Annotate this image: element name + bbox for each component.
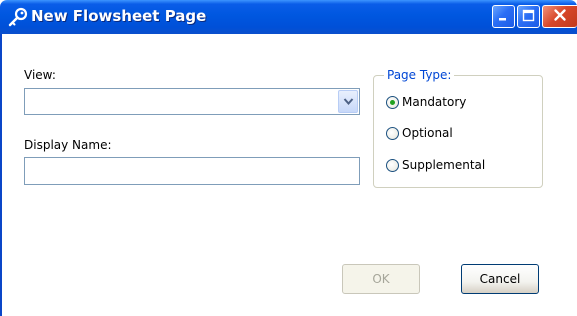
radio-label-mandatory: Mandatory: [402, 95, 467, 109]
radio-supplemental[interactable]: Supplemental: [386, 156, 485, 174]
radio-unselected-icon[interactable]: [386, 126, 399, 140]
display-name-input[interactable]: [24, 157, 360, 185]
cancel-button[interactable]: Cancel: [461, 264, 539, 294]
new-flowsheet-page-dialog: New Flowsheet Page View: Display Name: P…: [0, 0, 577, 316]
radio-label-supplemental: Supplemental: [402, 158, 486, 172]
chevron-down-icon: [343, 95, 354, 109]
view-dropdown-button[interactable]: [338, 90, 358, 113]
window-title: New Flowsheet Page: [31, 7, 207, 25]
title-bar[interactable]: New Flowsheet Page: [0, 0, 577, 34]
ok-button[interactable]: OK: [342, 264, 420, 294]
radio-unselected-icon[interactable]: [386, 158, 399, 172]
ok-button-label: OK: [372, 272, 390, 286]
cancel-button-label: Cancel: [479, 272, 521, 286]
key-icon: [7, 7, 29, 27]
maximize-icon: [522, 9, 535, 25]
page-type-group: Page Type: Mandatory Optional Supplement…: [373, 68, 543, 188]
view-label: View:: [24, 68, 56, 82]
radio-label-optional: Optional: [402, 126, 453, 140]
close-button[interactable]: [542, 5, 577, 28]
minimize-button[interactable]: [492, 5, 515, 28]
maximize-button[interactable]: [517, 5, 540, 28]
view-dropdown[interactable]: [24, 88, 360, 115]
radio-selected-icon[interactable]: [386, 95, 399, 109]
minimize-icon: [497, 9, 510, 25]
radio-optional[interactable]: Optional: [386, 124, 453, 142]
display-name-label: Display Name:: [24, 138, 112, 152]
close-icon: [553, 8, 567, 25]
radio-mandatory[interactable]: Mandatory: [386, 93, 466, 111]
window-frame-left: [0, 34, 2, 316]
page-type-legend: Page Type:: [384, 68, 455, 82]
